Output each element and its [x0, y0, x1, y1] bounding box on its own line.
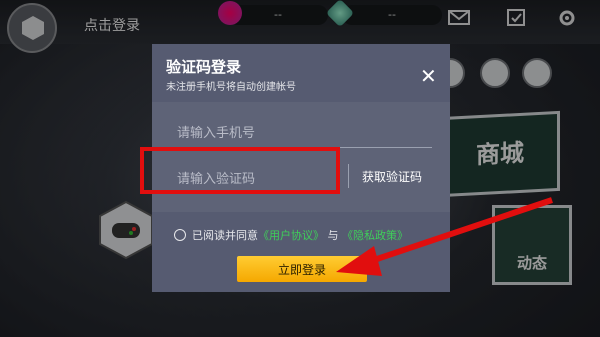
- pointer-arrow-icon: [336, 197, 553, 276]
